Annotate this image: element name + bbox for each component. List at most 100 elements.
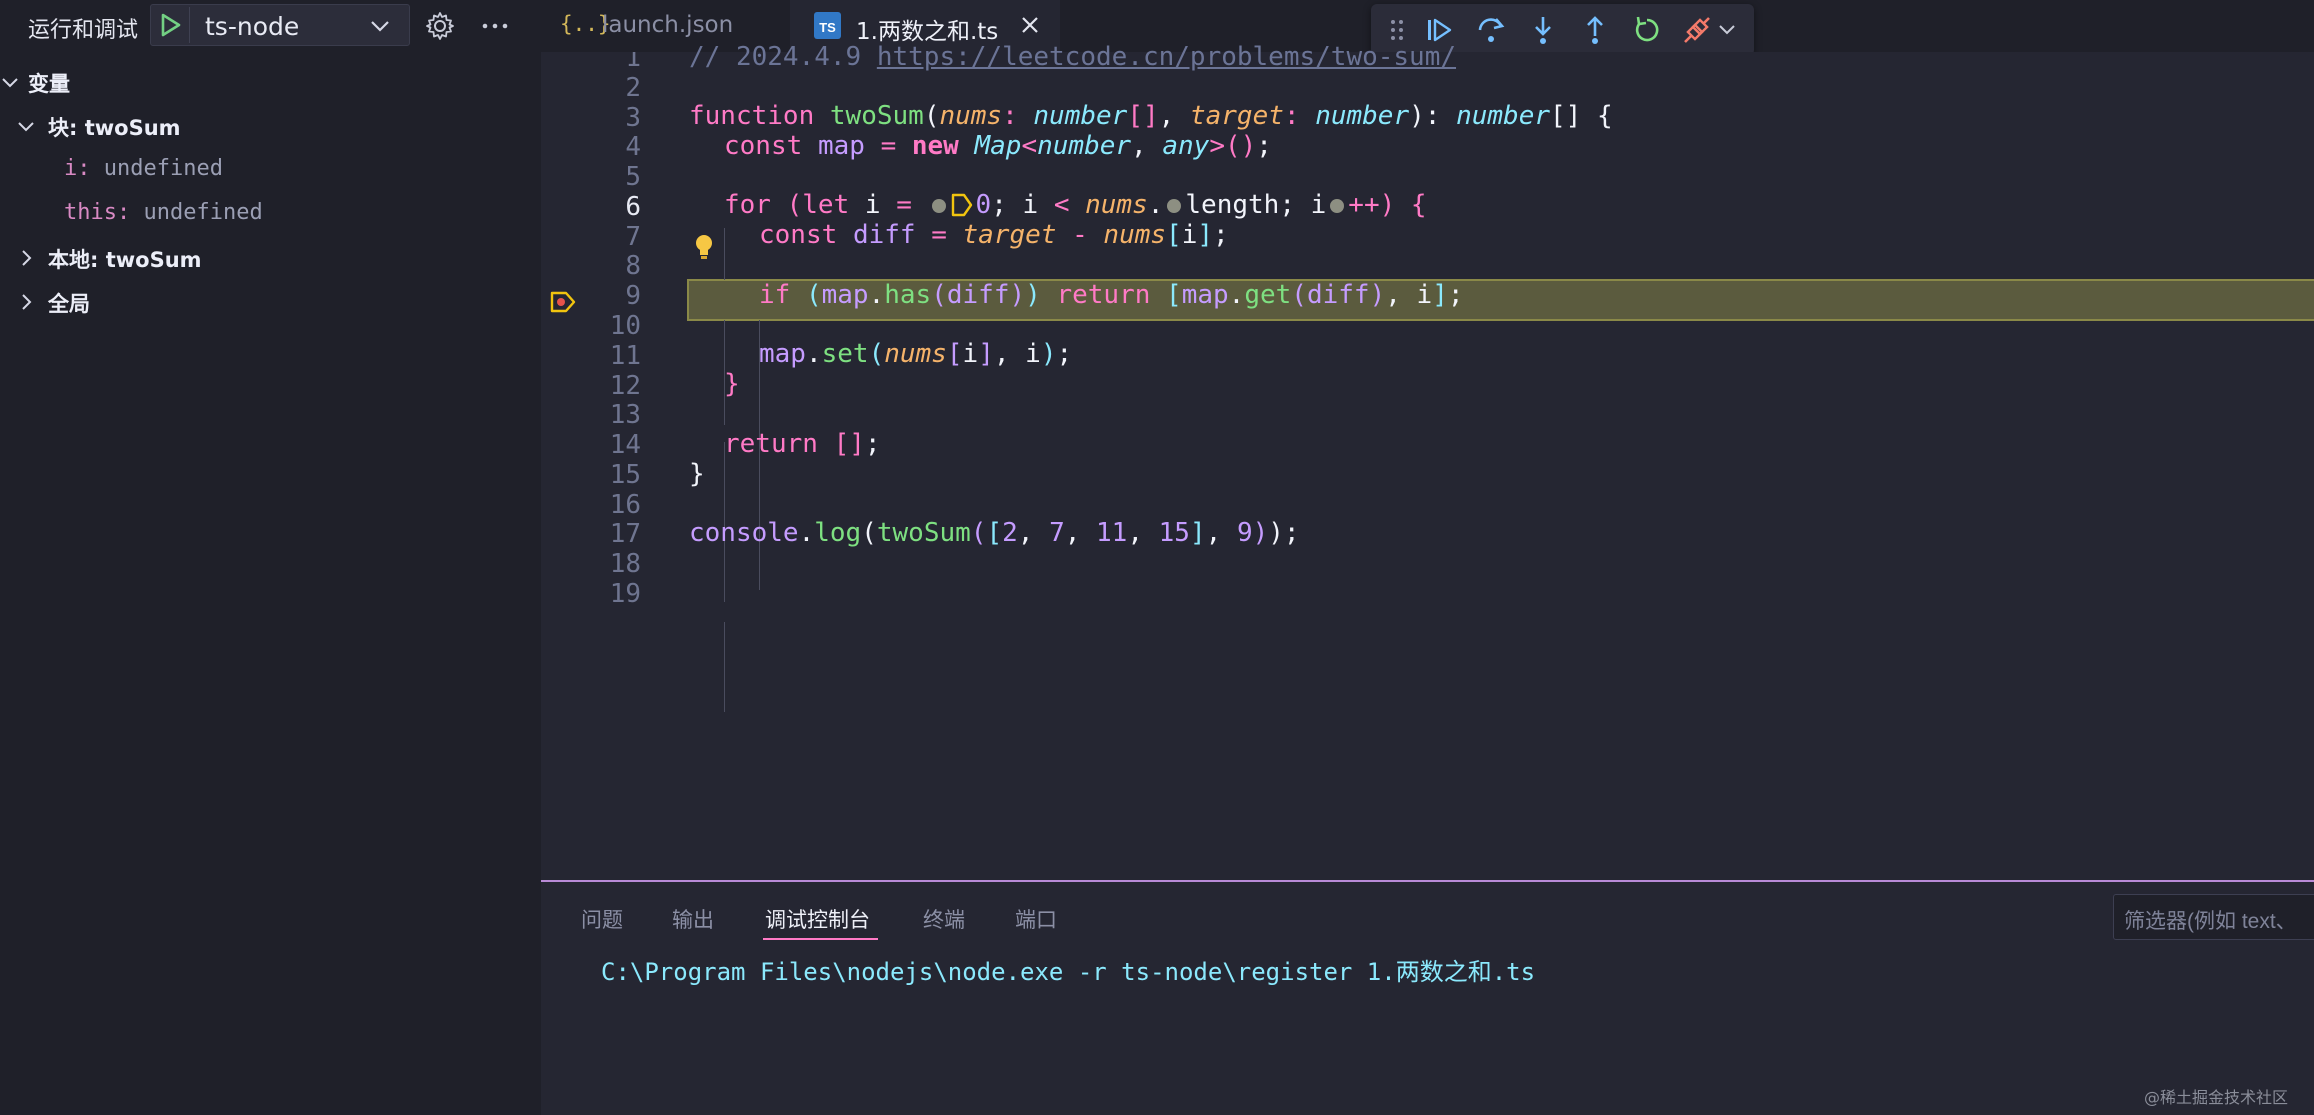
line-number: 14 bbox=[609, 430, 641, 460]
chevron-right-icon bbox=[22, 294, 32, 310]
token-number: 2 bbox=[1002, 518, 1018, 548]
more-icon[interactable] bbox=[478, 10, 512, 42]
token-param: nums bbox=[939, 101, 1003, 131]
tab-problems[interactable]: 问题 bbox=[581, 904, 623, 934]
token-keyword: const bbox=[759, 220, 838, 250]
code-line-1: // 2024.4.9 https://leetcode.cn/problems… bbox=[689, 42, 1456, 72]
line-number: 1 bbox=[625, 52, 641, 73]
token-type: any bbox=[1162, 131, 1210, 161]
code-line-4: const map = new Map<number, any>(); bbox=[724, 131, 1272, 161]
token-param: nums bbox=[1103, 220, 1167, 250]
token-property: length bbox=[1185, 190, 1280, 220]
tab-debug-console[interactable]: 调试控制台 bbox=[765, 904, 870, 934]
line-number: 12 bbox=[609, 371, 641, 401]
code-editor[interactable]: 1 2 3 4 5 6 7 8 9 10 11 12 13 14 15 16 1… bbox=[541, 52, 2314, 880]
run-debug-title: 运行和调试 bbox=[28, 18, 139, 43]
line-number: 15 bbox=[609, 460, 641, 490]
token-method: get bbox=[1244, 280, 1292, 310]
token-param: nums bbox=[884, 339, 947, 369]
scope-block-twosum[interactable]: 块: twoSum bbox=[0, 104, 541, 148]
scope-global[interactable]: 全局 bbox=[0, 280, 541, 324]
token-param: nums bbox=[1085, 190, 1148, 220]
scope-label: 本地: twoSum bbox=[48, 248, 202, 272]
token-variable: map bbox=[1181, 280, 1229, 310]
tab-ports[interactable]: 端口 bbox=[1015, 904, 1057, 934]
tab-terminal[interactable]: 终端 bbox=[923, 904, 965, 934]
line-number: 8 bbox=[625, 251, 641, 281]
disconnect-icon[interactable] bbox=[1681, 14, 1713, 46]
token-variable: i bbox=[864, 190, 881, 220]
token-keyword: let bbox=[802, 190, 850, 220]
variable-value: undefined bbox=[103, 156, 223, 181]
line-number: 2 bbox=[625, 73, 641, 103]
token-method: log bbox=[814, 518, 862, 548]
variables-section-header[interactable]: 变量 bbox=[0, 60, 541, 104]
line-number: 17 bbox=[609, 519, 641, 549]
token-function-name: twoSum bbox=[876, 518, 971, 548]
scope-local-twosum[interactable]: 本地: twoSum bbox=[0, 236, 541, 280]
inline-breakpoint-dot[interactable] bbox=[931, 198, 946, 213]
line-number: 13 bbox=[609, 400, 641, 430]
line-number: 16 bbox=[609, 490, 641, 520]
token-keyword: return bbox=[1056, 280, 1151, 310]
token-variable: map bbox=[759, 339, 806, 369]
variable-entry: this: undefined bbox=[64, 200, 263, 225]
line-number: 6 bbox=[625, 192, 641, 222]
comment-link[interactable]: https://leetcode.cn/problems/two-sum/ bbox=[877, 42, 1456, 72]
code-line-9: if (map.has(diff)) return [map.get(diff)… bbox=[759, 280, 1464, 310]
tab-output[interactable]: 输出 bbox=[672, 904, 714, 934]
token-variable: diff bbox=[852, 220, 916, 250]
line-number: 18 bbox=[609, 549, 641, 579]
token-variable: diff bbox=[946, 280, 1010, 310]
token-keyword: new bbox=[911, 131, 959, 161]
line-number: 7 bbox=[625, 222, 641, 252]
token-keyword: const bbox=[724, 131, 803, 161]
line-number: 19 bbox=[609, 579, 641, 609]
lightbulb-icon[interactable] bbox=[693, 233, 715, 261]
token-param: target bbox=[1189, 101, 1284, 131]
variable-i[interactable]: i: undefined bbox=[0, 148, 541, 192]
token-variable: console bbox=[689, 518, 799, 548]
token-type: number bbox=[1315, 101, 1410, 131]
indent-guide bbox=[724, 622, 725, 712]
indent-guide bbox=[724, 228, 725, 280]
token-variable: i bbox=[1025, 339, 1041, 369]
chevron-down-icon[interactable] bbox=[367, 13, 393, 39]
chevron-down-icon bbox=[18, 122, 34, 132]
play-icon[interactable] bbox=[155, 11, 185, 39]
inline-breakpoint-icon[interactable] bbox=[950, 192, 974, 218]
token-type: number bbox=[1033, 101, 1128, 131]
inline-breakpoint-dot[interactable] bbox=[1167, 198, 1182, 213]
variables-sidebar: 变量 块: twoSum i: undefined this: undefine… bbox=[0, 52, 541, 1115]
token-type: Map bbox=[974, 131, 1022, 161]
token-keyword: return bbox=[724, 429, 818, 459]
token-variable: i bbox=[1022, 190, 1039, 220]
step-into-icon[interactable] bbox=[1527, 14, 1559, 46]
debug-config-select[interactable]: ts-node bbox=[150, 4, 410, 46]
inline-breakpoint-dot[interactable] bbox=[1330, 198, 1345, 213]
chevron-down-icon[interactable] bbox=[1715, 14, 1739, 46]
code-line-7: const diff = target - nums[i]; bbox=[759, 220, 1229, 250]
tab-label: launch.json bbox=[602, 12, 734, 38]
close-icon[interactable] bbox=[1018, 13, 1042, 37]
step-out-icon[interactable] bbox=[1579, 14, 1611, 46]
token-variable: map bbox=[821, 280, 869, 310]
filter-input[interactable]: 筛选器(例如 text、 bbox=[2113, 894, 2314, 940]
code-line-6: for (let i = 0; i < nums. length; i ++) { bbox=[724, 190, 1427, 220]
token-variable: map bbox=[817, 131, 865, 161]
token-type: number bbox=[1037, 131, 1132, 161]
restart-icon[interactable] bbox=[1631, 14, 1663, 46]
scope-label: 全局 bbox=[48, 292, 90, 316]
line-number: 9 bbox=[625, 281, 641, 311]
token-number: 9 bbox=[1236, 518, 1253, 548]
token-method: has bbox=[884, 280, 932, 310]
step-over-icon[interactable] bbox=[1475, 14, 1507, 46]
watermark: @稀土掘金技术社区 bbox=[2144, 1088, 2289, 1107]
token-number: 11 bbox=[1096, 518, 1128, 548]
line-number: 4 bbox=[625, 132, 641, 162]
token-function-name: twoSum bbox=[829, 101, 924, 131]
code-line-12: } bbox=[724, 369, 740, 399]
gear-icon[interactable] bbox=[424, 10, 456, 42]
token-variable: diff bbox=[1306, 280, 1370, 310]
variable-this[interactable]: this: undefined bbox=[0, 192, 541, 236]
